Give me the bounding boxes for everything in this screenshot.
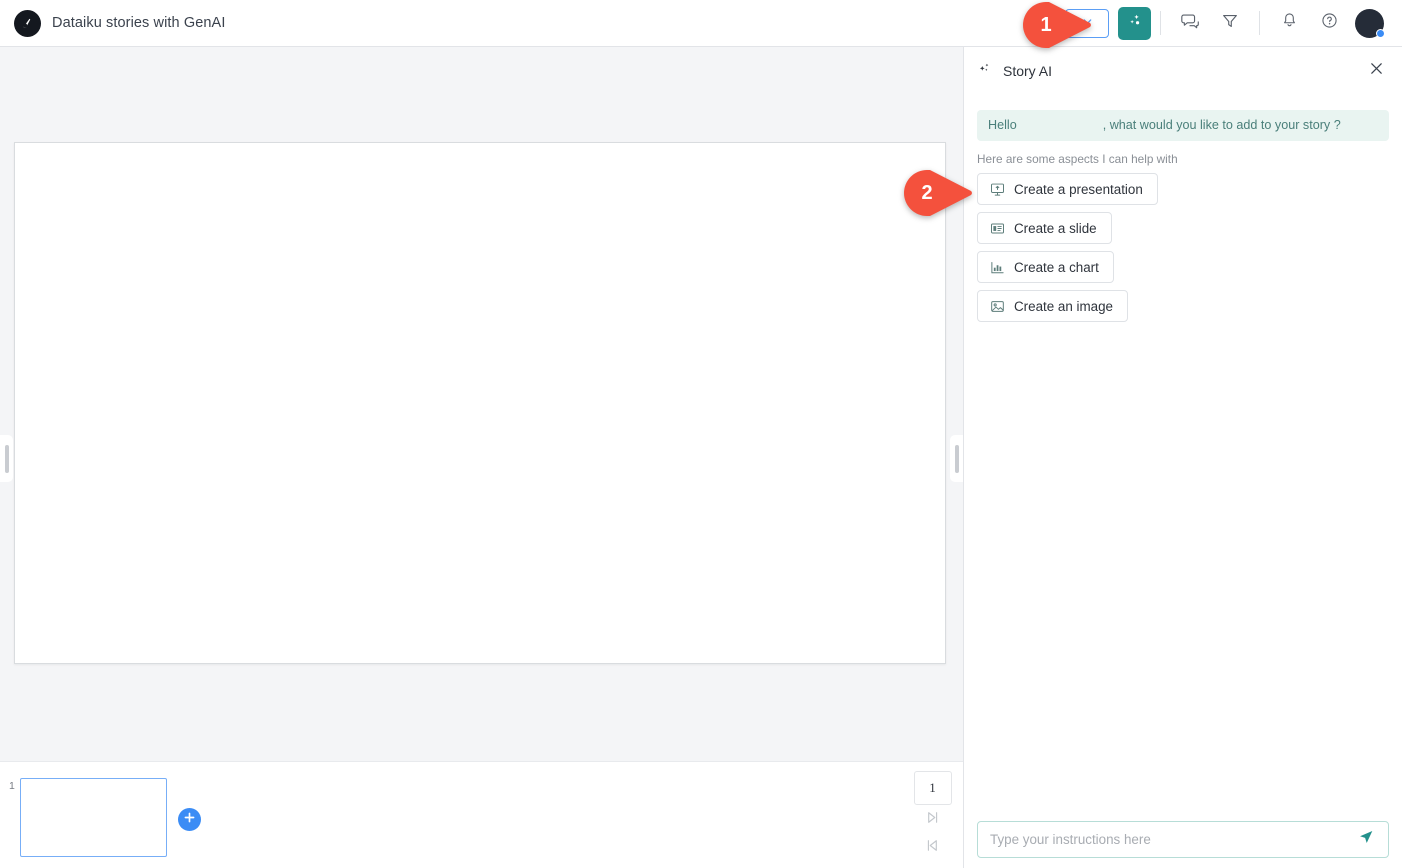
right-panel-drag-handle[interactable] bbox=[950, 435, 963, 482]
top-header-actions bbox=[1065, 0, 1402, 47]
comments-icon bbox=[1180, 11, 1200, 36]
brand-area: Dataiku stories with GenAI bbox=[0, 10, 225, 37]
story-ai-input-row[interactable] bbox=[977, 821, 1389, 858]
story-ai-title: Story AI bbox=[1003, 63, 1052, 79]
slide-canvas[interactable] bbox=[14, 142, 946, 664]
slide-editor-area bbox=[0, 47, 963, 761]
send-icon bbox=[1357, 828, 1375, 851]
previous-slide-icon bbox=[923, 836, 942, 860]
current-page-number[interactable]: 1 bbox=[914, 771, 952, 805]
user-avatar-image bbox=[1355, 9, 1384, 38]
left-panel-drag-handle[interactable] bbox=[0, 435, 13, 482]
story-editor-app: Dataiku stories with GenAI bbox=[0, 0, 1402, 868]
top-header-bar: Dataiku stories with GenAI bbox=[0, 0, 1402, 47]
slide-thumbnail-item[interactable]: 1 bbox=[9, 778, 167, 857]
story-ai-header: Story AI bbox=[964, 47, 1402, 95]
add-slide-button[interactable] bbox=[178, 808, 201, 831]
next-slide-icon bbox=[923, 808, 942, 832]
bell-icon bbox=[1280, 11, 1299, 35]
help-button[interactable] bbox=[1309, 0, 1349, 47]
next-slide-button[interactable] bbox=[914, 807, 952, 833]
dataiku-logo-icon[interactable] bbox=[14, 10, 41, 37]
presentation-icon bbox=[989, 181, 1005, 197]
sparkle-icon bbox=[977, 61, 993, 82]
greeting-suffix: , what would you like to add to your sto… bbox=[1103, 118, 1341, 132]
close-icon bbox=[1369, 61, 1384, 81]
slide-icon bbox=[989, 220, 1005, 236]
drag-handle-icon bbox=[5, 445, 9, 473]
slide-navigation-cluster: 1 bbox=[912, 771, 953, 861]
greeting-prefix: Hello bbox=[988, 118, 1017, 132]
suggestion-label: Create a chart bbox=[1014, 260, 1099, 275]
image-icon bbox=[989, 298, 1005, 314]
create-a-presentation-button[interactable]: Create a presentation bbox=[977, 173, 1158, 205]
close-panel-button[interactable] bbox=[1364, 59, 1388, 83]
notifications-button[interactable] bbox=[1269, 0, 1309, 47]
page-title: Dataiku stories with GenAI bbox=[52, 15, 225, 31]
slide-thumbnail-preview[interactable] bbox=[20, 778, 167, 857]
plus-icon bbox=[183, 811, 196, 829]
story-ai-panel: Story AI Hello , what would you like to … bbox=[964, 47, 1402, 868]
callout-marker-2: 2 bbox=[901, 170, 975, 216]
suggestion-label: Create a slide bbox=[1014, 221, 1097, 236]
story-ai-toggle-button[interactable] bbox=[1118, 7, 1151, 40]
story-ai-conversation: Hello , what would you like to add to yo… bbox=[964, 95, 1402, 322]
avatar[interactable] bbox=[1349, 0, 1389, 47]
help-icon bbox=[1320, 11, 1339, 35]
online-status-dot bbox=[1376, 29, 1385, 38]
callout-number: 1 bbox=[1020, 2, 1072, 48]
drag-handle-icon bbox=[955, 445, 959, 473]
suggestion-list: Create a presentation Create a slide bbox=[977, 173, 1389, 322]
filter-button[interactable] bbox=[1210, 0, 1250, 47]
chart-icon bbox=[989, 259, 1005, 275]
toolbar-divider-2 bbox=[1259, 11, 1260, 35]
comments-button[interactable] bbox=[1170, 0, 1210, 47]
aspects-label: Here are some aspects I can help with bbox=[977, 152, 1389, 166]
sparkle-icon bbox=[1126, 12, 1143, 34]
toolbar-divider-1 bbox=[1160, 11, 1161, 35]
send-message-button[interactable] bbox=[1355, 829, 1377, 851]
create-a-chart-button[interactable]: Create a chart bbox=[977, 251, 1114, 283]
suggestion-label: Create a presentation bbox=[1014, 182, 1143, 197]
filter-icon bbox=[1220, 11, 1240, 36]
previous-slide-button[interactable] bbox=[914, 835, 952, 861]
callout-number: 2 bbox=[901, 170, 953, 216]
slide-thumbnail-strip: 1 1 bbox=[0, 761, 963, 868]
suggestion-label: Create an image bbox=[1014, 299, 1113, 314]
assistant-greeting-message: Hello , what would you like to add to yo… bbox=[977, 110, 1389, 141]
slide-thumbnail-number: 1 bbox=[9, 778, 15, 792]
create-a-slide-button[interactable]: Create a slide bbox=[977, 212, 1112, 244]
callout-marker-1: 1 bbox=[1020, 2, 1094, 48]
story-ai-input[interactable] bbox=[990, 832, 1355, 847]
create-an-image-button[interactable]: Create an image bbox=[977, 290, 1128, 322]
